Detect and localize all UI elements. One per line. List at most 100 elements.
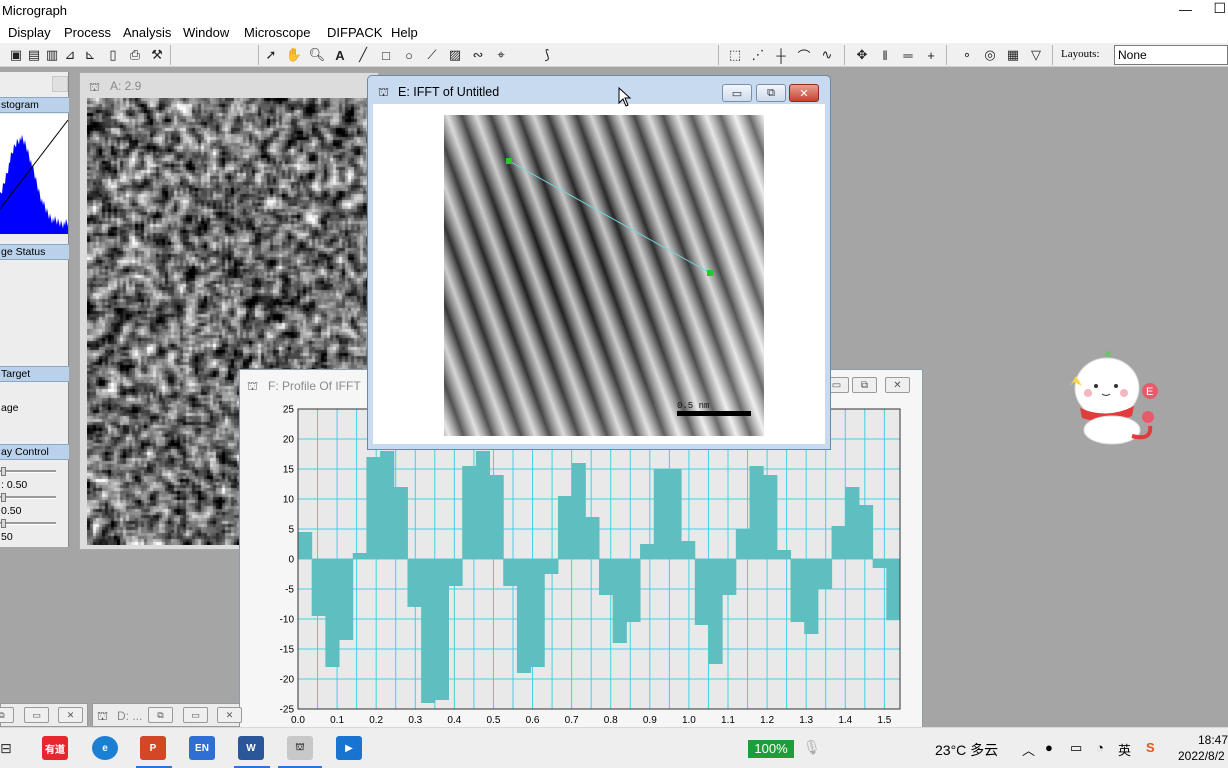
profile-bar (845, 487, 860, 559)
save-all-icon[interactable]: ▥ (43, 46, 61, 64)
target-tool-icon[interactable]: ◎ (981, 46, 999, 64)
minimized-window[interactable]: ⧉ ▭ ✕ (0, 703, 88, 727)
plus-tool-icon[interactable]: + (922, 46, 940, 64)
save-icon[interactable]: ▣ (7, 46, 25, 64)
powerpoint-app-icon[interactable]: P (140, 736, 166, 760)
rectangle-tool-icon[interactable]: □ (377, 46, 395, 64)
roi-curve-icon[interactable]: ∿ (818, 46, 836, 64)
window-d-title: D: ... (117, 709, 143, 723)
ifft-minimize-button[interactable]: ▭ (722, 84, 752, 102)
ifft-window-e[interactable]: ⛫ E: IFFT of Untitled ▭ ⧉ ✕ 0.5 nm (367, 75, 831, 450)
profile-bar (804, 559, 819, 634)
roi-lasso-icon[interactable]: ⌒ (795, 46, 813, 64)
text-tool-icon[interactable]: A (331, 46, 349, 64)
hand-tool-icon[interactable]: ✋ (285, 46, 303, 64)
menu-microscope[interactable]: Microscope (244, 25, 310, 40)
min-close-icon[interactable]: ✕ (58, 707, 83, 723)
move-tool-icon[interactable]: ✥ (853, 46, 871, 64)
display-control-header[interactable]: ay Control (0, 444, 69, 460)
print-icon[interactable]: ⎙ (126, 46, 144, 64)
profile-bar (380, 451, 395, 559)
video-app-icon[interactable]: ▶ (336, 736, 362, 760)
horizontal-line-icon[interactable]: ═ (899, 46, 917, 64)
en-app-icon[interactable]: EN (189, 736, 215, 760)
wand-tool-icon[interactable]: ⟋ (423, 46, 441, 64)
min-restore-icon[interactable]: ⧉ (0, 707, 14, 723)
wifi-icon[interactable]: ◔ (1096, 740, 1104, 755)
clock[interactable]: 18:47 2022/8/2 (1178, 732, 1228, 764)
line-tool-icon[interactable]: ╱ (354, 46, 372, 64)
funnel-tool-icon[interactable]: ▽ (1027, 46, 1045, 64)
ifft-restore-button[interactable]: ⧉ (756, 84, 786, 102)
input-method-label[interactable]: 英 (1118, 740, 1131, 759)
mic-icon[interactable]: 🎙︎ (803, 739, 821, 756)
clock-time: 18:47 (1198, 733, 1228, 747)
image-status-header[interactable]: ge Status (0, 244, 69, 260)
zoom-indicator[interactable]: 100% (748, 740, 794, 758)
min-maximize-icon[interactable]: ▭ (24, 707, 49, 723)
ifft-window-title: E: IFFT of Untitled (398, 85, 500, 99)
minimize-app-button[interactable]: — (1179, 2, 1192, 17)
profile-bar (612, 559, 627, 643)
measure-start-handle[interactable] (506, 158, 512, 164)
slider-2[interactable] (0, 493, 56, 502)
youdao-app-icon[interactable]: 有道 (42, 736, 68, 760)
image-tool-icon[interactable]: ▨ (446, 46, 464, 64)
points-tool-icon[interactable]: ∘ (958, 46, 976, 64)
crosshair-tool-icon[interactable]: ⌖ (492, 46, 510, 64)
window-d-restore-button[interactable]: ⧉ (148, 707, 173, 723)
maximize-app-button[interactable]: ☐ (1213, 0, 1226, 17)
x-tick-label: 0.2 (369, 715, 383, 726)
roi-line-icon[interactable]: ⋰ (749, 46, 767, 64)
desktop-mascot-icon[interactable]: E (1062, 346, 1174, 456)
zoom-tool-icon[interactable]: 🔍︎ (308, 46, 326, 64)
menu-difpack[interactable]: DIFPACK (327, 25, 382, 40)
edge-app-icon[interactable]: e (92, 736, 118, 760)
roi-rect-icon[interactable]: ⬚ (726, 46, 744, 64)
target-header[interactable]: Target (0, 366, 69, 382)
histogram-header[interactable]: stogram (0, 97, 69, 113)
window-d-maximize-button[interactable]: ▭ (183, 707, 208, 723)
menu-window[interactable]: Window (183, 25, 229, 40)
task-view-icon[interactable]: ⊟ (0, 740, 12, 757)
pointer-tool-icon[interactable]: ➚ (262, 46, 280, 64)
profile-bar (407, 559, 422, 607)
slider-1[interactable] (0, 467, 56, 476)
menu-analysis[interactable]: Analysis (123, 25, 171, 40)
grid-tool-icon[interactable]: ▦ (1004, 46, 1022, 64)
x-tick-label: 0.5 (487, 715, 501, 726)
measure-end-handle[interactable] (707, 270, 713, 276)
panel-close-button[interactable] (52, 76, 68, 92)
eyedropper-tool-icon[interactable]: ⟆ (538, 46, 556, 64)
sogou-icon[interactable]: S (1146, 740, 1155, 755)
save-display-icon[interactable]: ▤ (25, 46, 43, 64)
weather-widget[interactable]: 23°C 多云 (935, 740, 998, 760)
layouts-dropdown[interactable]: None (1114, 45, 1228, 65)
x-tick-label: 0.4 (447, 715, 461, 726)
menu-process[interactable]: Process (64, 25, 111, 40)
roi-point-icon[interactable]: ┼ (772, 46, 790, 64)
ifft-close-button[interactable]: ✕ (789, 84, 819, 102)
ifft-lattice-image[interactable]: 0.5 nm (444, 115, 764, 436)
tools-icon[interactable]: ⚒ (148, 46, 166, 64)
print-preview-icon[interactable]: ▯ (104, 46, 122, 64)
profile-plot-icon[interactable]: ⊾ (81, 46, 99, 64)
qq-icon[interactable]: ● (1045, 740, 1053, 755)
menu-display[interactable]: Display (8, 25, 51, 40)
battery-icon[interactable]: ▭ (1070, 740, 1082, 756)
digitalmicrograph-app-icon[interactable]: ⛫ (287, 736, 313, 760)
menu-help[interactable]: Help (391, 25, 418, 40)
y-tick-label: -5 (285, 585, 294, 596)
window-d-close-button[interactable]: ✕ (217, 707, 242, 723)
minimized-window-d[interactable]: ⛫ D: ... ⧉ ▭ ✕ (92, 703, 242, 727)
plot-icon[interactable]: ⊿ (61, 46, 79, 64)
tray-chevron-icon[interactable]: ︿ (1022, 740, 1035, 759)
slider-3[interactable] (0, 519, 56, 528)
lasso-text-tool-icon[interactable]: ∾ (469, 46, 487, 64)
word-app-icon[interactable]: W (238, 736, 264, 760)
profile-bar (585, 517, 600, 559)
profile-bar (325, 559, 340, 667)
vertical-line-icon[interactable]: ‖ (876, 46, 894, 64)
oval-tool-icon[interactable]: ○ (400, 46, 418, 64)
profile-bar (831, 526, 846, 559)
